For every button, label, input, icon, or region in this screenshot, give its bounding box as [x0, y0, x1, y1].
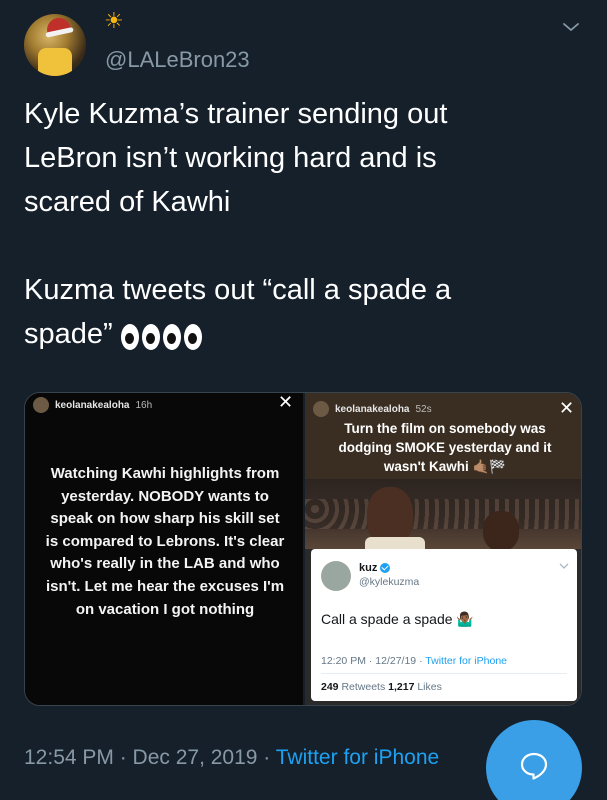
story-avatar [313, 401, 329, 417]
verified-badge-icon [380, 563, 391, 574]
story-caption: Watching Kawhi highlights from yesterday… [45, 465, 285, 618]
embedded-name-text: kuz [359, 562, 378, 574]
chevron-down-icon[interactable] [562, 18, 580, 36]
chevron-down-icon [559, 563, 569, 569]
story-caption: Turn the film on somebody was dodging SM… [338, 421, 552, 474]
player-figure [483, 511, 519, 549]
story-time: 16h [135, 399, 153, 411]
retweet-label: Retweets [338, 681, 389, 693]
like-label: Likes [414, 681, 442, 693]
embedded-time: 12:20 PM · 12/27/19 · [321, 655, 426, 667]
embedded-tweet-text: Call a spade a spade 🤷🏾‍♂️ [321, 611, 474, 627]
tweet-timestamp: 12:54 PM · Dec 27, 2019 · [24, 746, 276, 769]
santa-hat-icon [44, 15, 72, 35]
story-header: keolanakealoha 52s [313, 399, 432, 419]
tweet-text-line-last: spade” [24, 312, 584, 357]
sun-emoji-icon: ☀ [104, 8, 124, 33]
eyes-emoji-icon [120, 313, 205, 357]
user-avatar[interactable] [24, 14, 86, 76]
tweet-text-line: LeBron isn’t working hard and is [24, 142, 437, 174]
embedded-stats: 249 Retweets 1,217 Likes [321, 681, 442, 693]
close-icon: ✕ [559, 398, 575, 418]
divider [321, 673, 567, 674]
story-screenshot-left[interactable]: keolanakealoha 16h ✕ Watching Kawhi high… [25, 392, 303, 705]
story-username: keolanakealoha [335, 403, 410, 415]
tweet-text: Kyle Kuzma’s trainer sending out LeBron … [24, 92, 584, 357]
tweet-text-line: scared of Kawhi [24, 186, 231, 218]
story-time: 52s [415, 403, 432, 415]
embedded-source: Twitter for iPhone [425, 655, 507, 667]
embedded-name: kuz [359, 562, 391, 574]
media-grid[interactable]: keolanakealoha 16h ✕ Watching Kawhi high… [24, 392, 582, 706]
tweet-text-line: Kyle Kuzma’s trainer sending out [24, 98, 448, 130]
story-header: keolanakealoha 16h [33, 395, 152, 415]
story-username: keolanakealoha [55, 399, 130, 411]
story-avatar [33, 397, 49, 413]
tweet-text-fragment: spade” [24, 318, 113, 350]
like-count: 1,217 [388, 681, 415, 693]
retweet-count: 249 [321, 681, 339, 693]
jersey-graphic [38, 48, 72, 76]
tweet-text-line: Kuzma tweets out “call a spade a [24, 274, 452, 306]
user-handle[interactable]: @LALeBron23 [105, 47, 250, 73]
story-screenshot-right[interactable]: keolanakealoha 52s ✕ Turn the film on so… [305, 393, 581, 705]
reply-bubble-icon [520, 752, 548, 780]
embedded-tweet-card: kuz @kylekuzma Call a spade a spade 🤷🏾‍♂… [311, 549, 577, 701]
embedded-tweet-meta: 12:20 PM · 12/27/19 · Twitter for iPhone [321, 655, 507, 667]
tweet-header: ☀ @LALeBron23 [0, 0, 607, 90]
embedded-handle: @kylekuzma [359, 576, 420, 588]
embedded-avatar [321, 561, 351, 591]
tweet-footer: 12:54 PM · Dec 27, 2019 · Twitter for iP… [24, 746, 439, 770]
compose-reply-button[interactable] [486, 720, 582, 800]
close-icon: ✕ [278, 392, 294, 412]
player-jersey [365, 537, 425, 549]
tweet-source-link[interactable]: Twitter for iPhone [276, 746, 439, 769]
players-photo [305, 479, 581, 549]
